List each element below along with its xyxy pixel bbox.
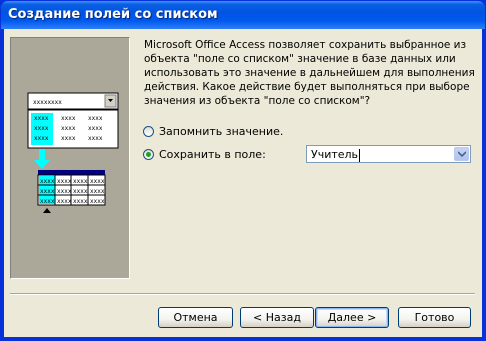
svg-text:xxxx: xxxx — [88, 115, 103, 122]
description-text: Microsoft Office Access позволяет сохран… — [144, 38, 475, 108]
mini-combo-text: xxxxxxxx — [33, 99, 62, 106]
radio-selected-dot — [146, 151, 151, 157]
wizard-body: xxxxxxxx xxxx xxxx xxxx xxxx xxxx xxxx x… — [4, 29, 482, 337]
store-in-field-option[interactable]: Сохранить в поле: — [143, 146, 266, 162]
next-button[interactable]: Далее > — [315, 307, 389, 328]
svg-text:xxxx: xxxx — [34, 115, 49, 122]
illustration-panel: xxxxxxxx xxxx xxxx xxxx xxxx xxxx xxxx x… — [10, 37, 130, 279]
svg-text:xxxx: xxxx — [40, 198, 55, 205]
store-label: Сохранить в поле: — [159, 147, 266, 161]
dropdown-button[interactable] — [454, 147, 469, 161]
divider — [10, 293, 475, 295]
svg-text:xxxx: xxxx — [40, 178, 55, 185]
text-caret — [359, 148, 361, 162]
svg-text:xxxx: xxxx — [90, 198, 105, 205]
svg-text:xxxx: xxxx — [88, 135, 103, 142]
window-title: Создание полей со списком — [8, 7, 218, 22]
combo-box-illustration: xxxxxxxx xxxx xxxx xxxx xxxx xxxx xxxx x… — [27, 92, 119, 213]
svg-text:xxxx: xxxx — [61, 115, 76, 122]
description-line: объекта "поле со списком" значение в баз… — [144, 53, 456, 65]
svg-text:xxxx: xxxx — [73, 178, 88, 185]
svg-text:xxxx: xxxx — [34, 125, 49, 132]
svg-text:xxxx: xxxx — [34, 135, 49, 142]
field-select[interactable]: Учитель — [306, 145, 471, 163]
svg-text:xxxx: xxxx — [40, 188, 55, 195]
remember-radio[interactable] — [143, 125, 154, 137]
description-line: значения из объекта "поле со списком"? — [144, 95, 371, 107]
description-line: Microsoft Office Access позволяет сохран… — [144, 39, 467, 51]
field-select-value: Учитель — [311, 148, 359, 161]
wizard-window: Создание полей со списком xxxxxxxx xxxx … — [0, 0, 486, 341]
title-bar: Создание полей со списком — [1, 1, 485, 29]
svg-text:xxxx: xxxx — [90, 178, 105, 185]
chevron-down-icon — [458, 151, 466, 157]
description-line: действия. Какое действие будет выполнять… — [144, 81, 470, 93]
svg-text:xxxx: xxxx — [61, 125, 76, 132]
back-button[interactable]: < Назад — [240, 307, 314, 328]
svg-text:xxxx: xxxx — [61, 135, 76, 142]
cancel-button[interactable]: Отмена — [158, 307, 233, 328]
remember-label: Запомнить значение. — [159, 124, 284, 138]
description-line: использовать это значение в дальнейшем д… — [144, 67, 475, 79]
svg-text:xxxx: xxxx — [57, 188, 72, 195]
store-radio[interactable] — [143, 148, 154, 160]
finish-button[interactable]: Готово — [398, 307, 471, 328]
svg-text:xxxx: xxxx — [57, 198, 72, 205]
remember-value-option[interactable]: Запомнить значение. — [143, 123, 283, 139]
svg-text:xxxx: xxxx — [73, 188, 88, 195]
svg-text:xxxx: xxxx — [73, 198, 88, 205]
svg-text:xxxx: xxxx — [90, 188, 105, 195]
svg-text:xxxx: xxxx — [88, 125, 103, 132]
svg-text:xxxx: xxxx — [57, 178, 72, 185]
